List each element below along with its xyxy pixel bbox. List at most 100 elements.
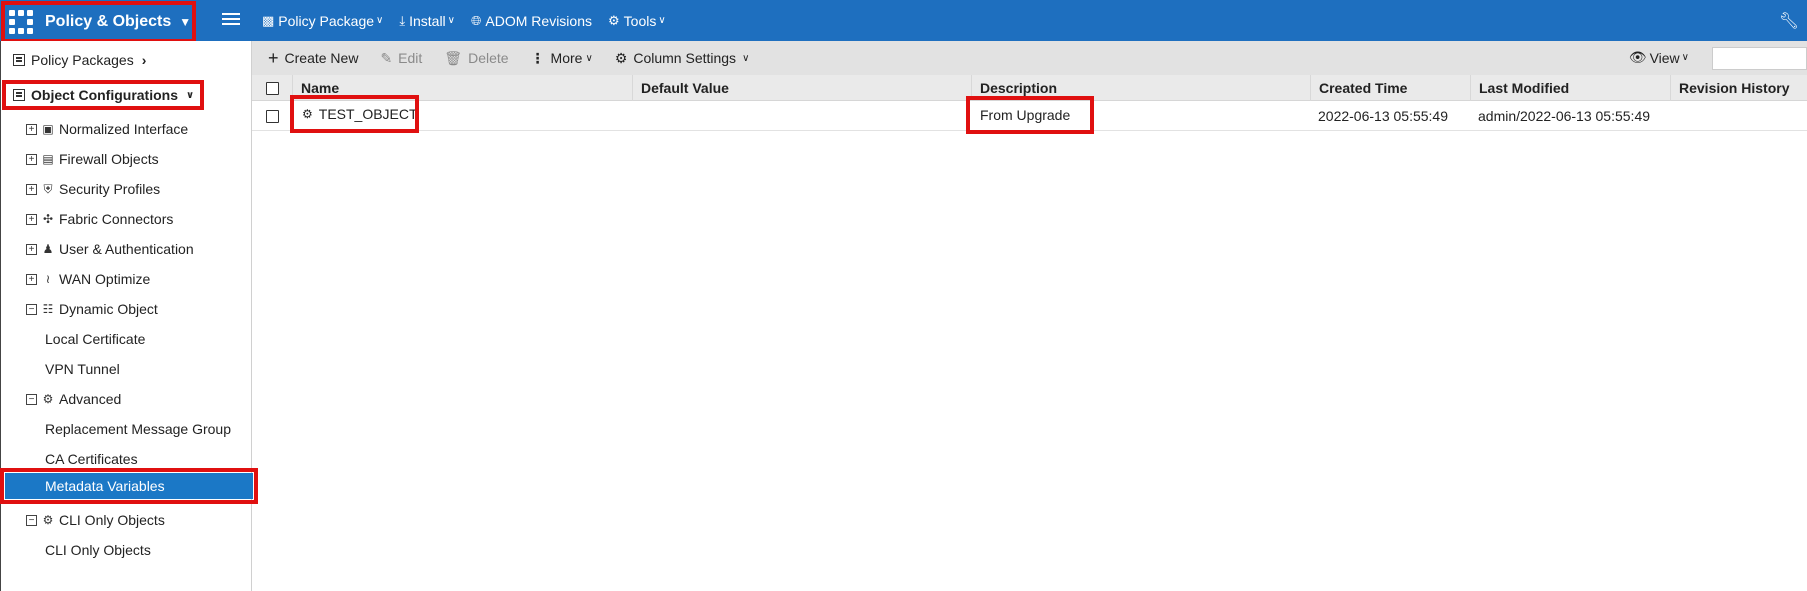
sidebar-item-label: CA Certificates (45, 451, 138, 467)
edit-button[interactable]: ✎ Edit (380, 50, 422, 67)
sidebar-item-object-configurations[interactable]: Object Configurations ∨ (1, 80, 205, 110)
sidebar-item-label: Dynamic Object (59, 301, 158, 317)
chevron-down-icon: ∨ (742, 52, 750, 64)
sidebar: Policy Packages › Object Configurations … (0, 41, 258, 591)
sidebar-item-firewall-objects[interactable]: + ▤ Firewall Objects (1, 146, 159, 172)
sidebar-item-user-authentication[interactable]: + ♟ User & Authentication (1, 236, 194, 262)
adom-revisions-menu[interactable]: 🌐︎ ADOM Revisions (471, 13, 592, 29)
chevron-right-icon: › (141, 52, 147, 68)
tools-label: Tools (623, 12, 657, 29)
sidebar-item-label: Replacement Message Group (45, 421, 231, 437)
hierarchy-icon: ☷ (42, 302, 54, 316)
expand-icon[interactable]: + (26, 123, 37, 135)
install-icon: ⤓ (399, 12, 406, 28)
sidebar-item-vpn-tunnel[interactable]: VPN Tunnel (1, 356, 120, 382)
sidebar-item-advanced[interactable]: − ⚙ Advanced (1, 386, 121, 412)
search-input[interactable] (1712, 47, 1807, 70)
chevron-down-icon: ▼ (179, 15, 192, 29)
chevron-down-icon: ∨ (658, 15, 666, 26)
policy-package-label: Policy Package (278, 12, 375, 29)
collapse-icon[interactable]: − (26, 514, 37, 526)
column-header-label: Name (301, 80, 340, 96)
chevron-down-icon: ∨ (1681, 52, 1689, 63)
sidebar-item-metadata-variables[interactable]: Metadata Variables (0, 468, 258, 504)
more-button[interactable]: ⋮ More ∨ (531, 50, 593, 67)
expand-icon[interactable]: + (26, 213, 37, 225)
interface-icon: ▣ (42, 122, 54, 136)
create-new-button[interactable]: + Create New (268, 48, 358, 69)
view-button[interactable]: 👁︎ View ∨ (1629, 49, 1689, 66)
connector-icon: ✣ (42, 212, 54, 226)
sidebar-item-label: Policy Packages (31, 52, 134, 68)
row-name-cell[interactable]: ⚙ TEST_OBJECT (290, 95, 419, 133)
column-header-default-value[interactable]: Default Value (632, 75, 971, 101)
more-vertical-icon: ⋮ (530, 49, 545, 66)
edit-label: Edit (398, 50, 423, 66)
column-header-created-time[interactable]: Created Time (1310, 75, 1470, 101)
app-grid-icon (9, 10, 33, 34)
user-icon: ♟ (42, 242, 54, 256)
view-label: View (1649, 49, 1680, 66)
sidebar-item-security-profiles[interactable]: + ⛨ Security Profiles (1, 176, 160, 202)
sidebar-item-cli-only-objects-group[interactable]: − ⚙ CLI Only Objects (1, 507, 165, 533)
sidebar-item-normalized-interface[interactable]: + ▣ Normalized Interface (1, 116, 188, 142)
sidebar-item-local-certificate[interactable]: Local Certificate (1, 326, 145, 352)
plus-icon: + (268, 47, 279, 68)
sidebar-item-label: CLI Only Objects (45, 542, 151, 558)
expand-icon[interactable]: + (26, 243, 37, 255)
delete-button[interactable]: 🗑︎ Delete (444, 50, 508, 67)
sidebar-item-cli-only-objects[interactable]: CLI Only Objects (1, 537, 151, 563)
table-row[interactable]: ⚙ TEST_OBJECT From Upgrade 2022-06-13 05… (252, 95, 1807, 134)
chevron-down-icon: ∨ (376, 15, 384, 26)
sidebar-item-ca-certificates[interactable]: CA Certificates (1, 446, 138, 472)
sidebar-item-label: Fabric Connectors (59, 211, 174, 227)
trash-icon: 🗑︎ (444, 49, 463, 66)
chevron-down-icon: ∨ (585, 52, 593, 64)
expand-icon[interactable]: + (26, 153, 37, 165)
column-header-last-modified[interactable]: Last Modified (1470, 75, 1670, 101)
shield-icon: ⛨ (43, 181, 53, 196)
top-bar: Policy & Objects ▼ ▩ Policy Package ∨ ⤓ … (0, 0, 1807, 43)
select-all-checkbox[interactable] (265, 81, 279, 95)
app-switcher-button[interactable]: Policy & Objects ▼ (1, 1, 196, 43)
sidebar-item-dynamic-object[interactable]: − ☷ Dynamic Object (1, 296, 158, 322)
metadata-variable-icon: ⚙ (302, 107, 313, 121)
sidebar-item-label: Firewall Objects (59, 151, 159, 167)
row-checkbox[interactable] (265, 109, 279, 123)
edit-icon: ✎ (380, 49, 393, 66)
install-label: Install (409, 12, 446, 29)
install-menu[interactable]: ⤓ Install ∨ (399, 13, 455, 29)
sidebar-item-label: Normalized Interface (59, 121, 189, 137)
row-name-text: TEST_OBJECT (318, 106, 418, 122)
menu-toggle-icon[interactable] (222, 10, 240, 28)
wrench-icon[interactable]: 🔧︎ (1779, 11, 1799, 31)
row-last-modified-text: admin/2022-06-13 05:55:49 (1478, 108, 1651, 124)
row-revision-history-cell (1678, 101, 1807, 131)
toolbar: + Create New ✎ Edit 🗑︎ Delete ⋮ More ∨ ⚙… (252, 41, 1807, 75)
sidebar-item-label: VPN Tunnel (45, 361, 120, 377)
column-header-revision-history[interactable]: Revision History (1670, 75, 1807, 101)
row-created-time-cell: 2022-06-13 05:55:49 (1318, 101, 1468, 131)
advanced-icon: ⚙ (42, 392, 54, 406)
tools-menu[interactable]: ⚙ Tools ∨ (608, 13, 666, 29)
sidebar-item-label: WAN Optimize (59, 271, 151, 287)
column-settings-label: Column Settings (633, 50, 737, 66)
settings-icon: ⚙ (614, 49, 628, 66)
collapse-icon[interactable]: − (26, 303, 37, 315)
sidebar-item-wan-optimize[interactable]: + ≀ WAN Optimize (1, 266, 150, 292)
column-header-label: Default Value (641, 80, 729, 96)
expand-icon[interactable]: + (26, 183, 37, 195)
row-created-time-text: 2022-06-13 05:55:49 (1318, 108, 1448, 124)
gear-icon: ⚙ (608, 12, 620, 28)
sidebar-item-replacement-message-group[interactable]: Replacement Message Group (1, 416, 231, 442)
select-all-cell (252, 75, 292, 101)
chevron-down-icon: ∨ (186, 89, 195, 101)
sidebar-item-fabric-connectors[interactable]: + ✣ Fabric Connectors (1, 206, 173, 232)
column-header-label: Created Time (1319, 80, 1408, 96)
sidebar-item-policy-packages[interactable]: Policy Packages › (1, 47, 146, 73)
policy-package-menu[interactable]: ▩ Policy Package ∨ (262, 13, 383, 29)
expand-icon[interactable]: + (26, 273, 37, 285)
collapse-icon[interactable]: − (26, 393, 37, 405)
column-settings-button[interactable]: ⚙ Column Settings ∨ (615, 50, 750, 67)
globe-icon: 🌐︎ (471, 12, 482, 28)
